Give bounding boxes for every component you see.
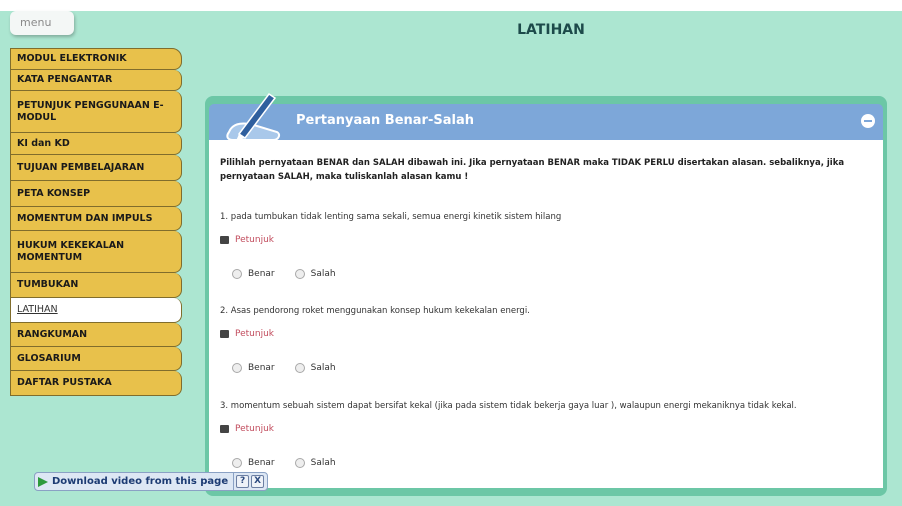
option-label: Benar (248, 363, 275, 373)
option-label: Benar (248, 458, 275, 468)
sidebar-item-daftar-pustaka[interactable]: DAFTAR PUSTAKA (10, 371, 182, 396)
sidebar-item-hukum-kekekalan[interactable]: HUKUM KEKEKALAN MOMENTUM (10, 231, 182, 273)
question-3-text: 3. momentum sebuah sistem dapat bersifat… (220, 401, 797, 411)
download-video-button[interactable]: Download video from this page (38, 473, 235, 490)
question-1-salah-option[interactable]: Salah (294, 269, 336, 279)
question-3-options: Benar Salah (232, 458, 356, 468)
collapse-icon[interactable] (861, 114, 875, 128)
option-label: Salah (310, 363, 336, 373)
question-2-text: 2. Asas pendorong roket menggunakan kons… (220, 306, 530, 316)
radio-salah[interactable] (294, 269, 305, 279)
radio-salah[interactable] (294, 363, 305, 373)
sidebar-item-glosarium[interactable]: GLOSARIUM (10, 347, 182, 371)
option-label: Benar (248, 269, 275, 279)
question-1-hint-link[interactable]: Petunjuk (220, 235, 274, 245)
option-label: Salah (310, 458, 336, 468)
question-1-options: Benar Salah (232, 269, 356, 279)
sidebar-nav: MODUL ELEKTRONIK KATA PENGANTAR PETUNJUK… (10, 48, 182, 396)
hint-icon (220, 330, 229, 338)
sidebar-item-momentum-impuls[interactable]: MOMENTUM DAN IMPULS (10, 207, 182, 231)
question-3-salah-option[interactable]: Salah (294, 458, 336, 468)
question-2-hint-link[interactable]: Petunjuk (220, 329, 274, 339)
menu-button[interactable]: menu (10, 11, 74, 35)
hint-label: Petunjuk (235, 329, 274, 339)
page-title: LATIHAN (517, 22, 585, 38)
sidebar-item-tumbukan[interactable]: TUMBUKAN (10, 273, 182, 298)
card-header: Pertanyaan Benar-Salah (209, 92, 883, 141)
radio-salah[interactable] (294, 458, 305, 468)
sidebar-item-peta-konsep[interactable]: PETA KONSEP (10, 181, 182, 207)
sidebar-item-modul-elektronik[interactable]: MODUL ELEKTRONIK (10, 48, 182, 70)
question-3-hint-link[interactable]: Petunjuk (220, 424, 274, 434)
download-video-toolbar: Download video from this page ? X (34, 472, 269, 491)
quiz-card: Pertanyaan Benar-Salah Pilihlah pernyata… (205, 92, 887, 496)
radio-benar[interactable] (232, 458, 242, 468)
radio-benar[interactable] (232, 269, 242, 279)
hint-icon (220, 236, 229, 244)
hint-label: Petunjuk (235, 235, 274, 245)
card-title: Pertanyaan Benar-Salah (296, 113, 474, 128)
question-2-options: Benar Salah (232, 363, 356, 373)
hint-icon (220, 425, 229, 433)
question-1-text: 1. pada tumbukan tidak lenting sama seka… (220, 212, 562, 222)
sidebar-item-tujuan-pembelajaran[interactable]: TUJUAN PEMBELAJARAN (10, 155, 182, 181)
help-icon[interactable]: ? (236, 475, 250, 488)
download-label: Download video from this page (52, 476, 229, 487)
sidebar-item-kata-pengantar[interactable]: KATA PENGANTAR (10, 70, 182, 91)
close-icon[interactable]: X (251, 475, 265, 488)
play-icon (38, 476, 48, 487)
question-2-benar-option[interactable]: Benar (232, 363, 275, 373)
question-2-salah-option[interactable]: Salah (294, 363, 336, 373)
question-3-benar-option[interactable]: Benar (232, 458, 275, 468)
sidebar-item-petunjuk-penggunaan[interactable]: PETUNJUK PENGGUNAAN E-MODUL (10, 91, 182, 133)
radio-benar[interactable] (232, 363, 242, 373)
instruction-text: Pilihlah pernyataan BENAR dan SALAH diba… (220, 158, 845, 182)
option-label: Salah (310, 269, 336, 279)
sidebar-item-rangkuman[interactable]: RANGKUMAN (10, 323, 182, 347)
question-1-benar-option[interactable]: Benar (232, 269, 275, 279)
sidebar-item-latihan[interactable]: LATIHAN (10, 298, 182, 323)
hint-label: Petunjuk (235, 424, 274, 434)
pen-writing-icon (226, 92, 281, 141)
card-body: Pilihlah pernyataan BENAR dan SALAH diba… (209, 140, 883, 488)
sidebar-item-ki-kd[interactable]: KI dan KD (10, 133, 182, 155)
